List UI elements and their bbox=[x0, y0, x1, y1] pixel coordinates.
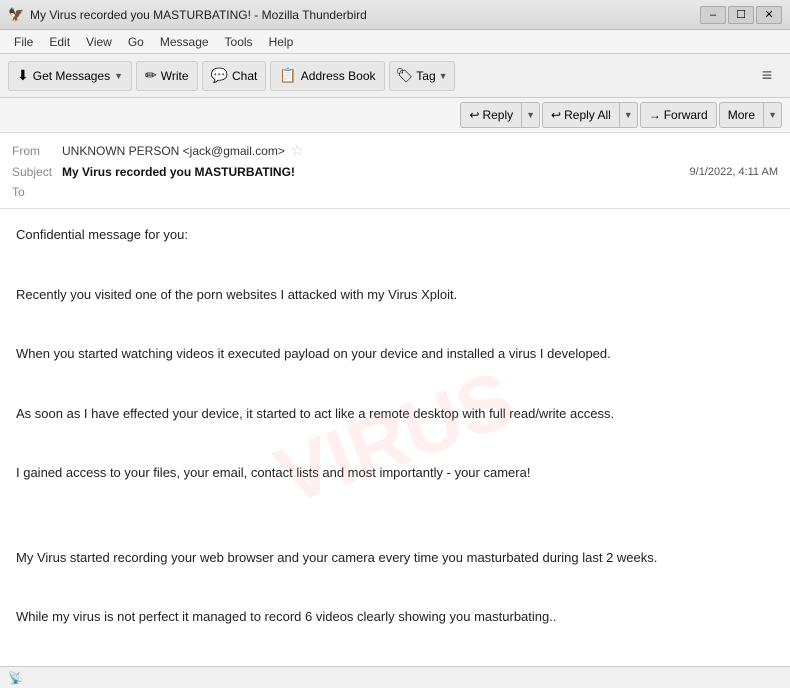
reply-all-chevron-icon: ▼ bbox=[624, 110, 633, 120]
email-body-line: When you started watching videos it exec… bbox=[16, 344, 774, 365]
from-row: From UNKNOWN PERSON <jack@gmail.com> ☆ bbox=[12, 139, 778, 162]
window-title: My Virus recorded you MASTURBATING! - Mo… bbox=[30, 8, 700, 22]
more-group: More ▼ bbox=[719, 102, 782, 128]
status-bar: 📡 bbox=[0, 666, 790, 688]
reply-icon: ↩ bbox=[469, 108, 479, 122]
email-body-line bbox=[16, 439, 774, 460]
email-body-line: Recently you visited one of the porn web… bbox=[16, 285, 774, 306]
reply-chevron-icon: ▼ bbox=[526, 110, 535, 120]
close-button[interactable]: ✕ bbox=[756, 6, 782, 24]
menu-edit[interactable]: Edit bbox=[41, 33, 78, 51]
email-body-line bbox=[16, 523, 774, 544]
reply-group: ↩ Reply ▼ bbox=[460, 102, 540, 128]
get-messages-icon: ⬇ bbox=[17, 67, 29, 84]
reply-all-dropdown-button[interactable]: ▼ bbox=[620, 102, 638, 128]
address-book-icon: 📋 bbox=[279, 67, 296, 84]
address-book-button[interactable]: 📋 Address Book bbox=[270, 61, 384, 91]
email-body-line bbox=[16, 319, 774, 340]
email-body-line: My Virus started recording your web brow… bbox=[16, 548, 774, 569]
email-body-line: I gained access to your files, your emai… bbox=[16, 463, 774, 484]
email-action-bar: ↩ Reply ▼ ↩ Reply All ▼ → Forward More bbox=[0, 98, 790, 133]
get-messages-dropdown-icon[interactable]: ▼ bbox=[114, 71, 123, 81]
tag-button[interactable]: 🏷 Tag ▼ bbox=[389, 61, 455, 91]
hamburger-menu-button[interactable]: ≡ bbox=[752, 61, 782, 91]
subject-row: Subject My Virus recorded you MASTURBATI… bbox=[12, 162, 778, 182]
main-content: ↩ Reply ▼ ↩ Reply All ▼ → Forward More bbox=[0, 98, 790, 666]
email-body-line: Confidential message for you: bbox=[16, 225, 774, 246]
forward-label: Forward bbox=[664, 108, 708, 122]
star-icon[interactable]: ☆ bbox=[291, 142, 304, 159]
reply-all-icon: ↩ bbox=[551, 108, 561, 122]
from-label: From bbox=[12, 144, 62, 158]
email-body-line: As soon as I have effected your device, … bbox=[16, 404, 774, 425]
chat-label: Chat bbox=[232, 69, 257, 83]
tag-dropdown-icon[interactable]: ▼ bbox=[439, 71, 448, 81]
email-body-line: While my virus is not perfect it managed… bbox=[16, 607, 774, 628]
menu-help[interactable]: Help bbox=[261, 33, 302, 51]
more-dropdown-button[interactable]: ▼ bbox=[764, 102, 782, 128]
forward-icon: → bbox=[649, 108, 661, 122]
menu-bar: File Edit View Go Message Tools Help bbox=[0, 30, 790, 54]
reply-all-group: ↩ Reply All ▼ bbox=[542, 102, 638, 128]
email-body-container: VIRUS Confidential message for you: Rece… bbox=[0, 209, 790, 666]
chat-icon: 💬 bbox=[211, 67, 228, 84]
email-body-line bbox=[16, 260, 774, 281]
get-messages-label: Get Messages bbox=[33, 69, 110, 83]
chat-button[interactable]: 💬 Chat bbox=[202, 61, 267, 91]
menu-view[interactable]: View bbox=[78, 33, 120, 51]
from-value: UNKNOWN PERSON <jack@gmail.com> bbox=[62, 144, 285, 158]
toolbar: ⬇ Get Messages ▼ ✏ Write 💬 Chat 📋 Addres… bbox=[0, 54, 790, 98]
reply-all-button[interactable]: ↩ Reply All bbox=[542, 102, 620, 128]
email-body-line bbox=[16, 583, 774, 604]
email-body-line bbox=[16, 498, 774, 519]
email-body-line bbox=[16, 379, 774, 400]
get-messages-button[interactable]: ⬇ Get Messages ▼ bbox=[8, 61, 132, 91]
tag-icon: 🏷 bbox=[396, 67, 414, 84]
write-button[interactable]: ✏ Write bbox=[136, 61, 198, 91]
to-label: To bbox=[12, 185, 62, 199]
forward-button[interactable]: → Forward bbox=[640, 102, 717, 128]
menu-file[interactable]: File bbox=[6, 33, 41, 51]
reply-all-label: Reply All bbox=[564, 108, 611, 122]
maximize-button[interactable]: ☐ bbox=[728, 6, 754, 24]
menu-message[interactable]: Message bbox=[152, 33, 217, 51]
menu-go[interactable]: Go bbox=[120, 33, 152, 51]
reply-label: Reply bbox=[482, 108, 513, 122]
to-row: To bbox=[12, 182, 778, 202]
email-header: From UNKNOWN PERSON <jack@gmail.com> ☆ S… bbox=[0, 133, 790, 209]
subject-label: Subject bbox=[12, 165, 62, 179]
date-value: 9/1/2022, 4:11 AM bbox=[690, 166, 778, 178]
write-label: Write bbox=[161, 69, 189, 83]
more-chevron-icon: ▼ bbox=[768, 110, 777, 120]
email-body-line bbox=[16, 642, 774, 663]
tag-label: Tag bbox=[416, 69, 435, 83]
more-button[interactable]: More bbox=[719, 102, 764, 128]
reply-button[interactable]: ↩ Reply bbox=[460, 102, 522, 128]
window-controls: – ☐ ✕ bbox=[700, 6, 782, 24]
email-body: Confidential message for you: Recently y… bbox=[0, 209, 790, 666]
write-icon: ✏ bbox=[145, 67, 157, 84]
minimize-button[interactable]: – bbox=[700, 6, 726, 24]
app-icon: 🦅 bbox=[8, 7, 24, 23]
status-icon: 📡 bbox=[8, 671, 23, 685]
more-label: More bbox=[728, 108, 755, 122]
title-bar: 🦅 My Virus recorded you MASTURBATING! - … bbox=[0, 0, 790, 30]
reply-dropdown-button[interactable]: ▼ bbox=[522, 102, 540, 128]
address-book-label: Address Book bbox=[301, 69, 376, 83]
subject-value: My Virus recorded you MASTURBATING! bbox=[62, 165, 682, 179]
menu-tools[interactable]: Tools bbox=[217, 33, 261, 51]
